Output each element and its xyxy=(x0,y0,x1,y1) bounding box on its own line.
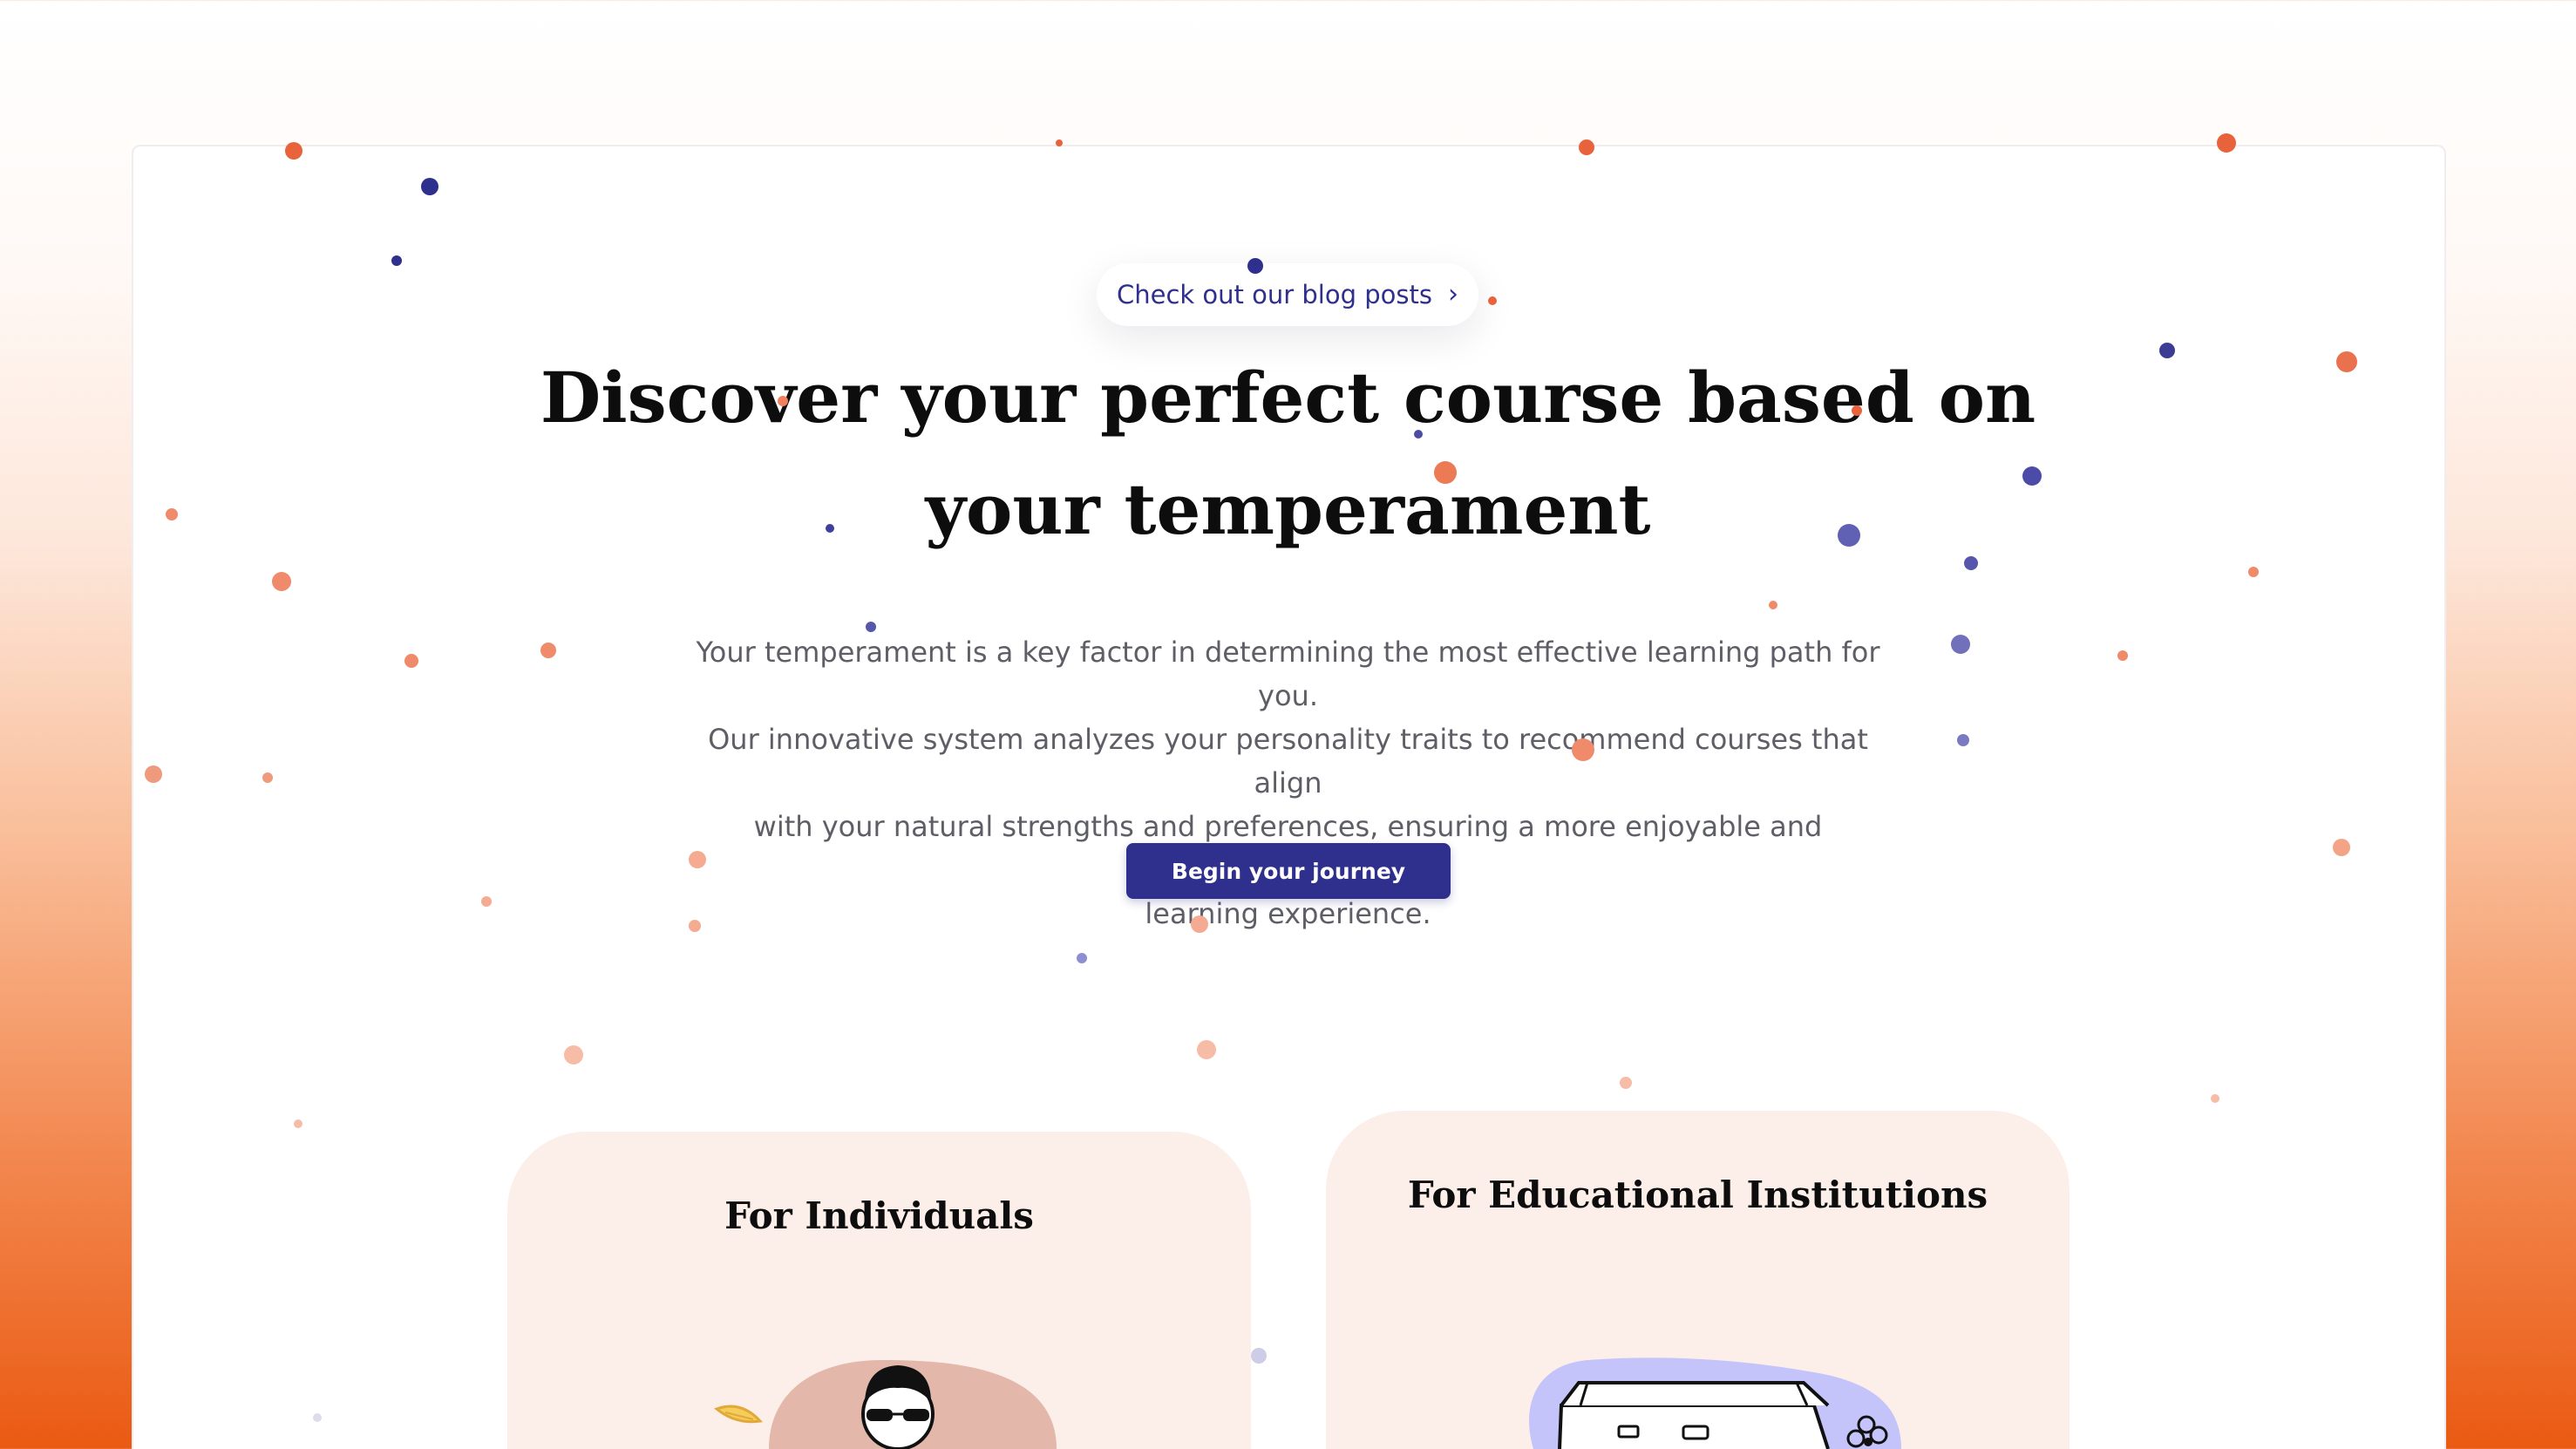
card-educational-institutions[interactable]: For Educational Institutions xyxy=(1326,1111,2070,1449)
person-with-sunglasses-illustration xyxy=(713,1360,1057,1449)
hero-description-line-2: Our innovative system analyzes your pers… xyxy=(708,723,1868,799)
card-individuals[interactable]: For Individuals xyxy=(507,1132,1251,1449)
hero-description-line-1: Your temperament is a key factor in dete… xyxy=(696,636,1880,712)
blog-posts-label: Check out our blog posts xyxy=(1117,280,1432,310)
chevron-right-icon: › xyxy=(1447,279,1458,310)
blog-posts-link[interactable]: Check out our blog posts › xyxy=(1097,263,1478,326)
hero-title: Discover your perfect course based on yo… xyxy=(0,342,2576,565)
hero-title-line-1: Discover your perfect course based on xyxy=(540,357,2036,439)
begin-journey-button[interactable]: Begin your journey xyxy=(1126,843,1451,899)
school-building-illustration xyxy=(1529,1357,1901,1449)
hero-title-line-2: your temperament xyxy=(925,468,1651,550)
